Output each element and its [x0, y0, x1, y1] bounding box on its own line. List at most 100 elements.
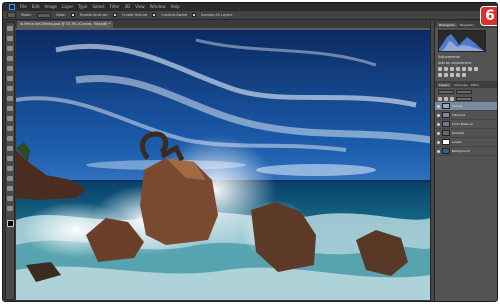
menu-file[interactable]: File — [20, 3, 27, 11]
layer-controls — [435, 88, 497, 95]
blend-mode-dropdown[interactable] — [438, 89, 454, 94]
menu-layer[interactable]: Layer — [62, 3, 73, 11]
eye-icon[interactable] — [437, 140, 440, 144]
shape-tool-icon[interactable] — [7, 186, 13, 191]
layer-row[interactable]: Levels — [435, 138, 497, 147]
clone-stamp-tool-icon[interactable] — [7, 106, 13, 111]
brightness-icon[interactable] — [438, 67, 442, 71]
tab-channels[interactable]: Channels — [454, 83, 468, 87]
menu-view[interactable]: View — [135, 3, 145, 11]
tools-panel — [5, 22, 15, 300]
menu-select[interactable]: Select — [92, 3, 104, 11]
histogram-graph — [438, 30, 486, 52]
menu-window[interactable]: Window — [150, 3, 166, 11]
layer-row[interactable]: Curves — [435, 102, 497, 111]
menu-filter[interactable]: Filter — [110, 3, 120, 11]
pen-tool-icon[interactable] — [7, 156, 13, 161]
options-bar: Mode: Opac: Enable Airbrush Create Textu… — [3, 11, 497, 20]
history-brush-tool-icon[interactable] — [7, 116, 13, 121]
opacity-label: Opac: — [55, 13, 66, 17]
opacity-dropdown[interactable] — [456, 89, 472, 94]
invert-icon[interactable] — [450, 73, 454, 77]
vibrance-icon[interactable] — [462, 67, 466, 71]
layer-thumbnail — [442, 148, 450, 154]
threshold-icon[interactable] — [462, 73, 466, 77]
healing-brush-tool-icon[interactable] — [7, 86, 13, 91]
layer-name: Hue/Sat — [452, 131, 464, 135]
layer-name: Vibrance — [452, 113, 466, 117]
menu-image[interactable]: Image — [44, 3, 57, 11]
adjustment-icons-row2 — [435, 73, 497, 77]
seascape-photo — [16, 30, 431, 300]
dodge-tool-icon[interactable] — [7, 146, 13, 151]
airbrush-label: Enable Airbrush — [79, 13, 108, 17]
tab-navigator[interactable]: Navigator — [460, 23, 475, 27]
eye-icon[interactable] — [437, 131, 440, 135]
foreground-color-swatch[interactable] — [6, 220, 14, 227]
gradient-tool-icon[interactable] — [7, 136, 13, 141]
menu-3d[interactable]: 3D — [125, 3, 131, 11]
eyedropper-tool-icon[interactable] — [7, 76, 13, 81]
tab-paths[interactable]: Paths — [471, 83, 479, 87]
layer-row[interactable]: Hue/Sat — [435, 129, 497, 138]
mode-dropdown[interactable] — [36, 12, 51, 18]
hand-tool-icon[interactable] — [7, 196, 13, 201]
path-select-tool-icon[interactable] — [7, 176, 13, 181]
layer-thumbnail — [442, 130, 450, 136]
brush-tool-icon[interactable] — [7, 96, 13, 101]
quick-select-tool-icon[interactable] — [7, 56, 13, 61]
adjustment-icons — [435, 67, 497, 71]
lasso-tool-icon[interactable] — [7, 46, 13, 51]
crop-tool-icon[interactable] — [7, 66, 13, 71]
airbrush-checkbox[interactable] — [70, 13, 75, 17]
photo-filter-icon[interactable] — [438, 73, 442, 77]
exposure-icon[interactable] — [456, 67, 460, 71]
layer-thumbnail — [442, 121, 450, 127]
layer-name: Background — [452, 149, 470, 153]
lock-position-icon[interactable] — [444, 96, 448, 101]
tool-preset-picker[interactable] — [7, 12, 16, 18]
sample-all-label: Sample All Layers — [201, 13, 233, 17]
adjustments-subtitle: Add an adjustment — [438, 61, 472, 65]
sample-all-checkbox[interactable] — [192, 13, 197, 17]
fill-dropdown[interactable] — [456, 96, 472, 101]
photoshop-window: File Edit Image Layer Type Select Filter… — [2, 2, 498, 302]
eye-icon[interactable] — [437, 104, 440, 108]
tab-layers[interactable]: Layers — [437, 82, 451, 87]
eye-icon[interactable] — [437, 122, 440, 126]
hue-sat-icon[interactable] — [468, 67, 472, 71]
layer-lock-controls — [435, 95, 497, 102]
lock-pixels-icon[interactable] — [438, 96, 442, 101]
layer-name: Curves — [452, 104, 463, 108]
document-tab[interactable]: la-Peine-del-Viento.psd @ 33.3% (Curves,… — [17, 21, 113, 28]
menu-help[interactable]: Help — [170, 3, 179, 11]
layer-thumbnail — [442, 103, 450, 109]
menu-type[interactable]: Type — [78, 3, 87, 11]
create-texture-radio[interactable] — [112, 13, 117, 17]
eraser-tool-icon[interactable] — [7, 126, 13, 131]
step-number-badge: 6 — [480, 6, 497, 26]
color-balance-icon[interactable] — [474, 67, 478, 71]
layer-thumbnail — [442, 139, 450, 145]
eye-icon[interactable] — [437, 149, 440, 153]
levels-icon[interactable] — [444, 67, 448, 71]
layer-row[interactable]: Background — [435, 147, 497, 156]
curves-icon[interactable] — [450, 67, 454, 71]
type-tool-icon[interactable] — [7, 166, 13, 171]
posterize-icon[interactable] — [456, 73, 460, 77]
eye-icon[interactable] — [437, 113, 440, 117]
document-canvas[interactable] — [16, 30, 431, 300]
zoom-tool-icon[interactable] — [7, 206, 13, 211]
layer-row[interactable]: Color Balance — [435, 120, 497, 129]
move-tool-icon[interactable] — [7, 26, 13, 31]
screenshot-frame: File Edit Image Layer Type Select Filter… — [0, 0, 500, 306]
channel-mixer-icon[interactable] — [444, 73, 448, 77]
layer-thumbnail — [442, 112, 450, 118]
layer-row[interactable]: Vibrance — [435, 111, 497, 120]
tab-histogram[interactable]: Histogram — [437, 22, 457, 27]
content-aware-radio[interactable] — [152, 13, 157, 17]
create-texture-label: Create Texture — [121, 13, 148, 17]
lock-all-icon[interactable] — [450, 96, 454, 101]
marquee-tool-icon[interactable] — [7, 36, 13, 41]
menu-edit[interactable]: Edit — [32, 3, 40, 11]
